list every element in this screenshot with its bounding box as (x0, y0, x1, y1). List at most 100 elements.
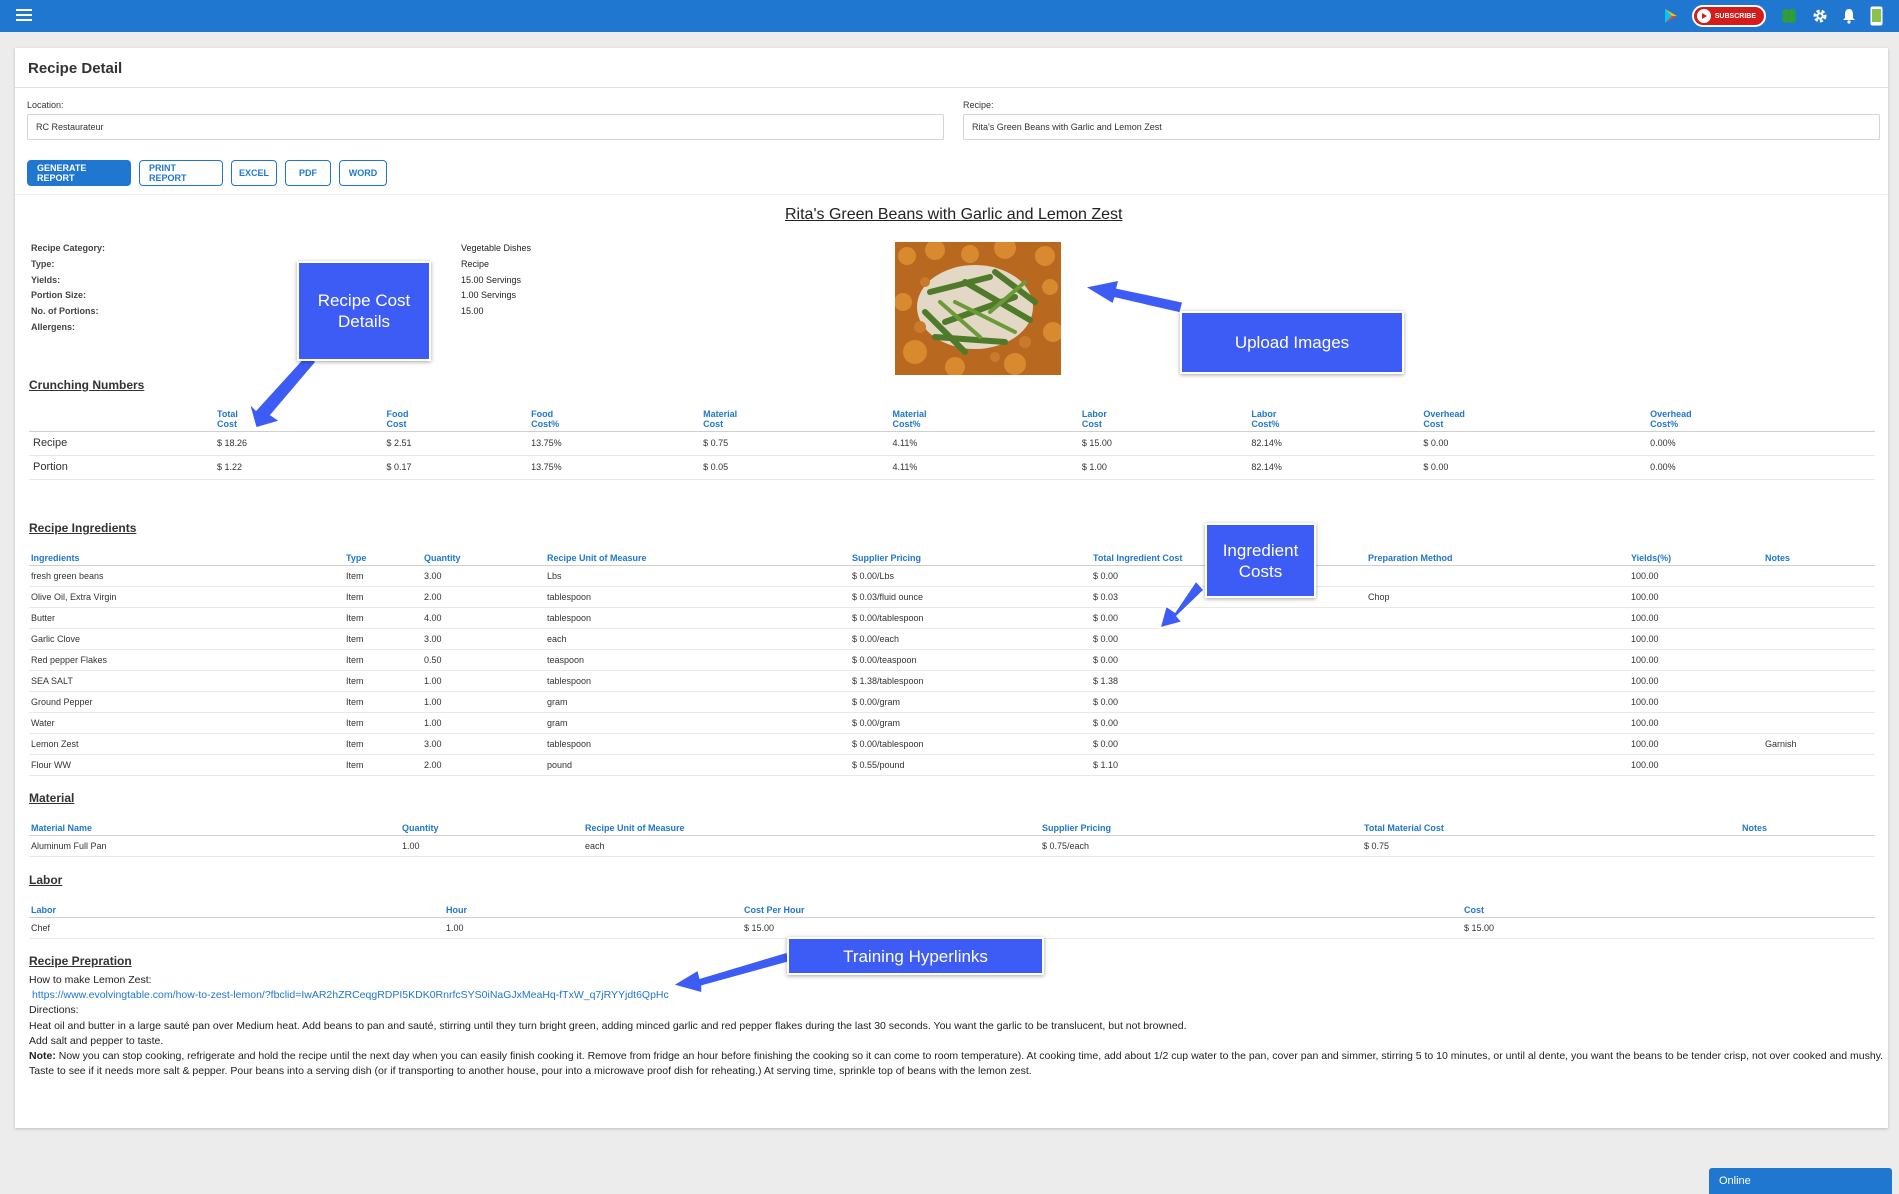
cell: $ 0.75/each (1040, 835, 1362, 856)
column-header: Yields(%) (1629, 545, 1763, 565)
cell: 0.00% (1648, 455, 1875, 479)
cell: gram (545, 691, 850, 712)
cell: 13.75% (529, 455, 701, 479)
column-header: MaterialCost% (890, 402, 1079, 431)
cell: 100.00 (1629, 565, 1763, 586)
cell: $ 0.00/each (850, 628, 1091, 649)
column-header: LaborCost% (1249, 402, 1421, 431)
directions-label: Directions: (29, 1003, 1889, 1018)
cell (1763, 754, 1875, 775)
table-row: WaterItem1.00gram$ 0.00/gram$ 0.00100.00 (29, 712, 1875, 733)
word-button[interactable]: WORD (339, 160, 387, 186)
training-hyperlink[interactable]: https://www.evolvingtable.com/how-to-zes… (29, 988, 1889, 1003)
cell (1740, 835, 1875, 856)
page-title: Recipe Detail (15, 48, 1888, 88)
cell (1763, 649, 1875, 670)
play-store-icon[interactable] (1664, 8, 1678, 24)
cell: 0.50 (422, 649, 545, 670)
cell: 0.00% (1648, 431, 1875, 455)
callout-recipe-cost-details: Recipe Cost Details (297, 261, 431, 361)
cell: Ground Pepper (29, 691, 344, 712)
print-report-button[interactable]: PRINT REPORT (139, 160, 223, 186)
cell: $ 0.00 (1091, 607, 1366, 628)
note-text: Now you can stop cooking, refrigerate an… (29, 1050, 1883, 1077)
column-header: Total Material Cost (1362, 815, 1740, 835)
section-divider (15, 194, 1888, 195)
table-row: Lemon ZestItem3.00tablespoon$ 0.00/table… (29, 733, 1875, 754)
subscribe-button[interactable]: SUBSCRIBE (1692, 5, 1766, 27)
cell: 2.00 (422, 586, 545, 607)
table-header-row: Labor Hour Cost Per Hour Cost (29, 897, 1875, 917)
cell: 1.00 (422, 712, 545, 733)
phone-icon[interactable] (1870, 6, 1883, 26)
cell: $ 1.38/tablespoon (850, 670, 1091, 691)
cell: $ 0.03/fluid ounce (850, 586, 1091, 607)
cell (1763, 565, 1875, 586)
cell: 4.00 (422, 607, 545, 628)
column-header: Preparation Method (1366, 545, 1629, 565)
location-select[interactable]: RC Restaurateur (27, 114, 944, 140)
labor-table: Labor Hour Cost Per Hour Cost Chef 1.00 … (29, 897, 1875, 939)
online-status-bar[interactable]: Online (1709, 1168, 1892, 1194)
column-header: Notes (1740, 815, 1875, 835)
cell (1366, 565, 1629, 586)
cell: Lbs (545, 565, 850, 586)
info-label: Allergens: (31, 320, 105, 336)
cell (1366, 691, 1629, 712)
cell: 1.00 (422, 670, 545, 691)
pdf-button[interactable]: PDF (285, 160, 331, 186)
cell: fresh green beans (29, 565, 344, 586)
cell: $ 1.00 (1080, 455, 1250, 479)
cell: Olive Oil, Extra Virgin (29, 586, 344, 607)
cell: Item (344, 691, 422, 712)
generate-report-button[interactable]: GENERATE REPORT (27, 160, 131, 186)
recipe-info-values: Vegetable Dishes Recipe 15.00 Servings 1… (461, 241, 531, 320)
cell (1366, 754, 1629, 775)
location-field: Location: RC Restaurateur (27, 100, 944, 140)
cell: Item (344, 586, 422, 607)
cell: $ 0.75 (1362, 835, 1740, 856)
cell: 100.00 (1629, 691, 1763, 712)
table-row: Portion $ 1.22 $ 0.17 13.75% $ 0.05 4.11… (29, 455, 1875, 479)
cell (1763, 586, 1875, 607)
table-row: Red pepper FlakesItem0.50teaspoon$ 0.00/… (29, 649, 1875, 670)
cell: SEA SALT (29, 670, 344, 691)
column-header: Notes (1763, 545, 1875, 565)
directions-text: Heat oil and butter in a large sauté pan… (29, 1019, 1889, 1034)
column-header (29, 402, 215, 431)
cell: $ 0.00/Lbs (850, 565, 1091, 586)
column-header: Cost Per Hour (742, 897, 1462, 917)
clover-icon[interactable] (1780, 7, 1798, 25)
column-header: Recipe Unit of Measure (545, 545, 850, 565)
table-row: Garlic CloveItem3.00each$ 0.00/each$ 0.0… (29, 628, 1875, 649)
cell: $ 0.00/tablespoon (850, 607, 1091, 628)
cell: Item (344, 628, 422, 649)
cell: $ 0.00 (1091, 712, 1366, 733)
info-label: Yields: (31, 273, 105, 289)
gear-icon[interactable] (1812, 8, 1828, 24)
info-value: 15.00 Servings (461, 273, 531, 289)
report-button-row: GENERATE REPORT PRINT REPORT EXCEL PDF W… (27, 160, 387, 186)
cell: each (583, 835, 1040, 856)
hamburger-menu-icon[interactable] (16, 9, 32, 22)
column-header: Quantity (400, 815, 583, 835)
column-header: FoodCost% (529, 402, 701, 431)
excel-button[interactable]: EXCEL (231, 160, 277, 186)
cell: $ 18.26 (215, 431, 385, 455)
cell: Item (344, 733, 422, 754)
bell-icon[interactable] (1842, 8, 1856, 24)
recipe-ingredients-title: Recipe Ingredients (29, 521, 136, 535)
cell: $ 0.00/gram (850, 712, 1091, 733)
recipe-select[interactable]: Rita's Green Beans with Garlic and Lemon… (963, 114, 1880, 140)
callout-upload-images: Upload Images (1180, 311, 1404, 374)
cell: $ 0.00 (1091, 649, 1366, 670)
cell: 13.75% (529, 431, 701, 455)
cell: $ 0.00/gram (850, 691, 1091, 712)
cell: Item (344, 649, 422, 670)
cell: $ 0.55/pound (850, 754, 1091, 775)
cell: Red pepper Flakes (29, 649, 344, 670)
column-header: OverheadCost (1421, 402, 1648, 431)
cell: $ 0.00 (1421, 455, 1648, 479)
table-header-row: TotalCost FoodCost FoodCost% MaterialCos… (29, 402, 1875, 431)
prep-line: How to make Lemon Zest: (29, 973, 1889, 988)
